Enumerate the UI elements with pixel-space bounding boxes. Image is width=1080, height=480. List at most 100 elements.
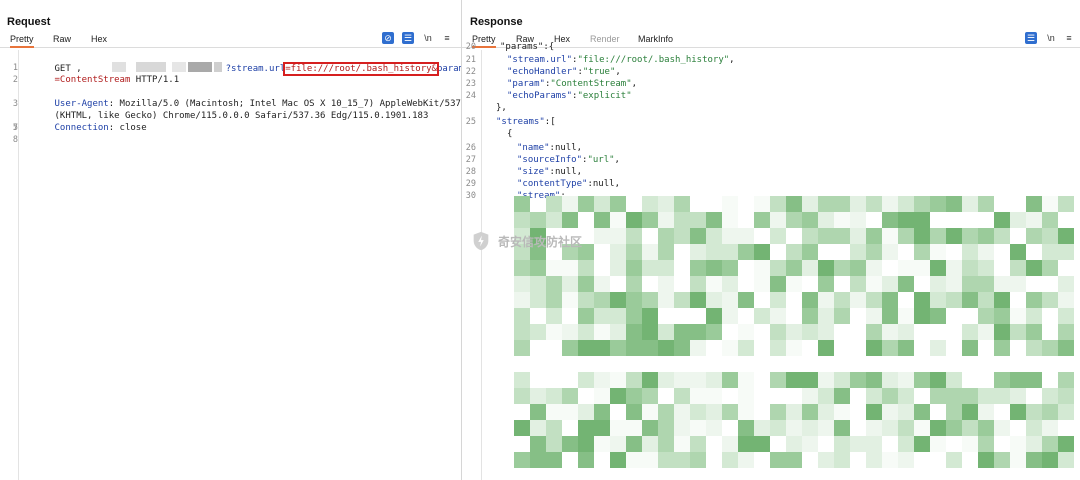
pixel-cell	[722, 228, 738, 244]
newline-toggle-icon[interactable]: \n	[421, 32, 435, 44]
pixel-cell	[754, 436, 770, 452]
pixel-cell	[562, 260, 578, 276]
pixel-cell	[1010, 452, 1026, 468]
hide-icon[interactable]: ⊘	[382, 32, 394, 44]
pixel-cell	[642, 452, 658, 468]
pixel-cell	[818, 228, 834, 244]
code-line: 3 User-Agent: Mozilla/5.0 (Macintosh; Int…	[12, 99, 478, 109]
pixel-cell	[866, 308, 882, 324]
pixel-cell	[674, 404, 690, 420]
pixel-cell	[658, 260, 674, 276]
pixel-cell	[722, 404, 738, 420]
pixel-cell	[722, 212, 738, 228]
response-editor[interactable]: 20 "params":{ 21 "stream.url":"file:///roo…	[462, 42, 1076, 202]
pixel-cell	[866, 324, 882, 340]
pixel-cell	[530, 404, 546, 420]
tab-raw[interactable]: Raw	[53, 34, 71, 48]
pixel-cell	[722, 276, 738, 292]
pixel-cell	[578, 260, 594, 276]
pixel-cell	[1026, 292, 1042, 308]
pixel-cell	[1058, 324, 1074, 340]
pixel-cell	[546, 452, 562, 468]
pixel-cell	[898, 452, 914, 468]
pixel-cell	[578, 452, 594, 468]
pixel-cell	[1058, 452, 1074, 468]
tab-pretty[interactable]: Pretty	[10, 34, 34, 48]
pixel-cell	[994, 212, 1010, 228]
pixel-cell	[946, 452, 962, 468]
pixel-cell	[994, 452, 1010, 468]
pixel-cell	[834, 452, 850, 468]
request-editor[interactable]: 1 GET , ?stream.url=file:///root/.bash_his…	[12, 50, 478, 146]
pixel-cell	[546, 436, 562, 452]
pixel-cell	[834, 436, 850, 452]
pixel-cell	[594, 420, 610, 436]
pixel-cell	[850, 244, 866, 260]
pixel-cell	[1058, 292, 1074, 308]
pixel-cell	[930, 340, 946, 356]
pixel-cell	[882, 452, 898, 468]
pixel-cell	[1026, 260, 1042, 276]
pixel-cell	[626, 324, 642, 340]
pixel-cell	[738, 452, 754, 468]
menu-icon[interactable]: ≡	[440, 32, 454, 44]
pixel-cell	[610, 196, 626, 212]
pixel-cell	[834, 292, 850, 308]
pixel-cell	[946, 404, 962, 420]
pixel-cell	[626, 388, 642, 404]
pixel-cell	[962, 196, 978, 212]
pixel-cell	[786, 324, 802, 340]
code-line: 7	[12, 123, 18, 133]
pixel-cell	[994, 388, 1010, 404]
code-line: 24 "echoParams":"explicit"	[465, 91, 632, 101]
pixel-cell	[930, 420, 946, 436]
code-line: 22 "echoHandler":"true",	[465, 67, 621, 77]
pixel-cell	[1010, 436, 1026, 452]
pixel-cell	[706, 324, 722, 340]
pixel-cell	[802, 292, 818, 308]
pixel-cell	[1042, 340, 1058, 356]
pixel-cell	[786, 372, 802, 388]
pixel-cell	[882, 372, 898, 388]
pixel-cell	[914, 244, 930, 260]
pixel-cell	[786, 260, 802, 276]
pixel-cell	[882, 244, 898, 260]
pixel-cell	[610, 212, 626, 228]
pixel-cell	[898, 308, 914, 324]
pixel-cell	[1042, 436, 1058, 452]
pixel-cell	[562, 196, 578, 212]
pixel-cell	[658, 196, 674, 212]
pixel-cell	[962, 260, 978, 276]
pixel-cell	[882, 292, 898, 308]
menu-icon[interactable]: ≡	[1062, 32, 1076, 44]
pixel-cell	[738, 388, 754, 404]
pixel-cell	[658, 244, 674, 260]
pixel-cell	[674, 420, 690, 436]
pixel-cell	[930, 388, 946, 404]
pixel-cell	[1042, 404, 1058, 420]
pixel-cell	[882, 420, 898, 436]
pixel-cell	[1026, 228, 1042, 244]
pixel-cell	[770, 324, 786, 340]
pixel-cell	[706, 212, 722, 228]
tab-hex[interactable]: Hex	[91, 34, 107, 48]
pixel-cell	[562, 212, 578, 228]
pixel-cell	[866, 452, 882, 468]
pixel-cell	[738, 404, 754, 420]
newline-toggle-icon[interactable]: \n	[1044, 32, 1058, 44]
pixel-cell	[882, 276, 898, 292]
pixel-cell	[866, 292, 882, 308]
pixel-cell	[978, 244, 994, 260]
pixel-cell	[786, 340, 802, 356]
pixel-cell	[562, 292, 578, 308]
pixel-cell	[690, 420, 706, 436]
format-icon[interactable]: ☰	[402, 32, 414, 44]
pixel-cell	[642, 260, 658, 276]
pixel-cell	[626, 308, 642, 324]
pixel-cell	[818, 372, 834, 388]
format-icon[interactable]: ☰	[1025, 32, 1037, 44]
pixel-cell	[674, 228, 690, 244]
pixel-cell	[818, 196, 834, 212]
code-line: 20 "params":{	[465, 42, 555, 52]
pixel-cell	[802, 308, 818, 324]
